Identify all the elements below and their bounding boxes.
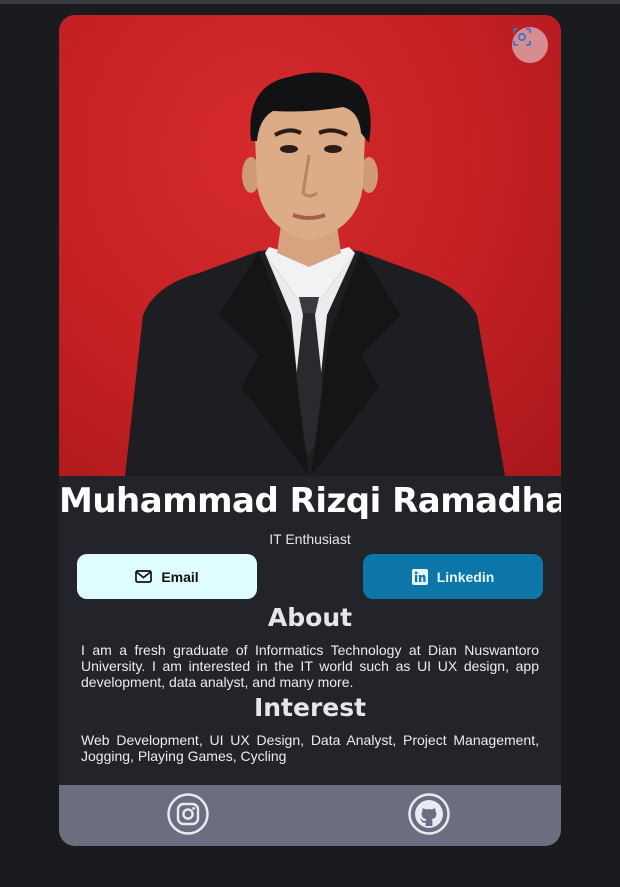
profile-name: Muhammad Rizqi Ramadhan — [59, 481, 561, 521]
social-footer — [59, 785, 561, 846]
scan-button[interactable] — [512, 27, 548, 63]
mail-icon — [135, 570, 153, 583]
profile-photo — [59, 15, 561, 476]
linkedin-button-label: Linkedin — [436, 568, 495, 585]
instagram-link[interactable] — [167, 793, 209, 835]
interest-text: Web Development, UI UX Design, Data Anal… — [81, 732, 539, 764]
linkedin-button[interactable]: Linkedin — [363, 554, 543, 599]
instagram-icon — [167, 793, 209, 835]
scan-icon — [513, 28, 531, 46]
github-icon — [408, 793, 450, 835]
about-heading: About — [267, 603, 353, 632]
browser-top-bar — [0, 0, 620, 4]
github-link[interactable] — [408, 793, 450, 835]
email-button[interactable]: Email — [77, 554, 257, 599]
profile-subtitle: IT Enthusiast — [269, 531, 351, 547]
linkedin-icon — [411, 568, 428, 585]
interest-heading: Interest — [253, 693, 367, 722]
profile-card: Muhammad Rizqi Ramadhan IT Enthusiast Em… — [59, 15, 561, 846]
about-text: I am a fresh graduate of Informatics Tec… — [81, 642, 539, 690]
email-button-label: Email — [161, 568, 199, 585]
